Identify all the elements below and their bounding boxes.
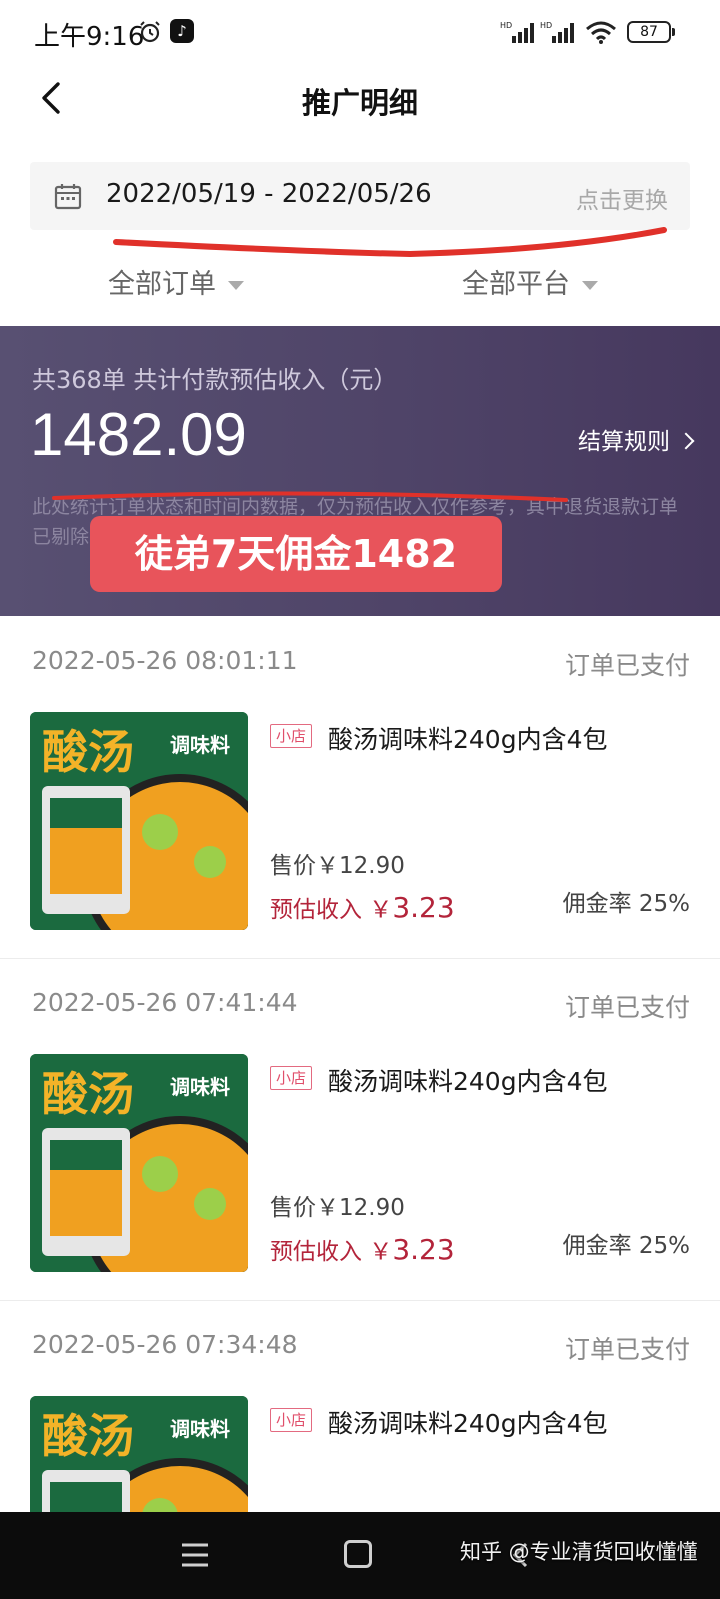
order-time: 2022-05-26 07:41:44 bbox=[32, 988, 298, 1017]
order-time: 2022-05-26 08:01:11 bbox=[32, 646, 298, 675]
overlay-banner: 徒弟7天佣金1482 bbox=[90, 516, 502, 592]
estimated-income-value: 3.23 bbox=[392, 891, 455, 924]
product-image-title: 酸汤 bbox=[42, 1067, 134, 1121]
svg-text:HD: HD bbox=[500, 21, 512, 30]
sale-price: 售价￥12.90 bbox=[270, 1195, 405, 1221]
order-card[interactable]: 2022-05-26 07:41:44 订单已支付 酸汤 调味料 小店 酸汤调味… bbox=[0, 958, 720, 1300]
dropdown-caret-icon bbox=[228, 281, 244, 290]
system-navigation-bar: 知乎 @专业清货回收懂懂 bbox=[0, 1512, 720, 1599]
wifi-icon bbox=[586, 21, 616, 44]
filter-platforms-label: 全部平台 bbox=[462, 269, 570, 300]
shop-tag: 小店 bbox=[270, 1066, 313, 1090]
tiktok-icon: ♪ bbox=[170, 19, 194, 43]
order-time: 2022-05-26 07:34:48 bbox=[32, 1330, 298, 1359]
product-image-title: 酸汤 bbox=[42, 1409, 134, 1463]
red-underline-annotation bbox=[113, 227, 667, 258]
income-summary-panel: 共368单 共计付款预估收入（元） 1482.09 结算规则 此处统计订单状态和… bbox=[0, 326, 720, 616]
shop-tag: 小店 bbox=[270, 724, 313, 748]
product-image-subtitle: 调味料 bbox=[170, 1075, 230, 1099]
alarm-icon bbox=[140, 21, 160, 43]
commission-rate: 佣金率 25% bbox=[562, 891, 690, 917]
estimated-income: 预估收入 ￥3.23 bbox=[270, 1232, 455, 1266]
divider bbox=[0, 958, 720, 959]
watermark: 知乎 @专业清货回收懂懂 bbox=[460, 1540, 698, 1564]
svg-text:HD: HD bbox=[540, 21, 552, 30]
estimated-income-value: 3.23 bbox=[392, 1233, 455, 1266]
shop-tag: 小店 bbox=[270, 1408, 313, 1432]
estimated-income-label: 预估收入 ￥ bbox=[270, 897, 393, 923]
page-title: 推广明细 bbox=[301, 86, 418, 120]
settlement-rules-label: 结算规则 bbox=[578, 429, 670, 455]
dropdown-caret-icon bbox=[582, 281, 598, 290]
date-range-selector[interactable]: 2022/05/19 - 2022/05/26 点击更换 bbox=[30, 162, 690, 230]
estimated-income-label: 预估收入 ￥ bbox=[270, 1239, 393, 1265]
signal-icon: HD bbox=[540, 21, 574, 43]
summary-caption: 共368单 共计付款预估收入（元） bbox=[32, 366, 398, 394]
status-time: 上午9:16 bbox=[34, 22, 145, 52]
menu-icon[interactable] bbox=[180, 1542, 210, 1568]
estimated-income: 预估收入 ￥3.23 bbox=[270, 890, 455, 924]
product-image: 酸汤 调味料 bbox=[30, 1054, 248, 1272]
product-name: 酸汤调味料240g内含4包 bbox=[328, 725, 608, 754]
page: { "status_bar": { "time": "上午9:16", "bat… bbox=[0, 0, 720, 1599]
commission-rate: 佣金率 25% bbox=[562, 1233, 690, 1259]
product-image-subtitle: 调味料 bbox=[170, 733, 230, 757]
calendar-icon bbox=[54, 184, 82, 210]
order-status: 订单已支付 bbox=[564, 651, 690, 680]
order-card[interactable]: 2022-05-26 08:01:11 订单已支付 酸汤 调味料 小店 酸汤调味… bbox=[0, 616, 720, 958]
date-range-value: 2022/05/19 - 2022/05/26 bbox=[106, 179, 432, 209]
filter-platforms[interactable]: 全部平台 bbox=[462, 262, 598, 301]
sale-price: 售价￥12.90 bbox=[270, 853, 405, 879]
status-bar: 上午9:16 ♪ HD HD 87 bbox=[0, 0, 720, 64]
divider bbox=[0, 1300, 720, 1301]
order-status: 订单已支付 bbox=[564, 993, 690, 1022]
product-name: 酸汤调味料240g内含4包 bbox=[328, 1409, 608, 1438]
battery-indicator: 87 bbox=[627, 21, 675, 43]
chevron-right-icon bbox=[677, 432, 695, 450]
filter-orders-label: 全部订单 bbox=[108, 269, 216, 300]
signal-icon: HD bbox=[500, 21, 534, 43]
home-icon[interactable] bbox=[344, 1540, 372, 1568]
change-date-link[interactable]: 点击更换 bbox=[576, 181, 668, 215]
product-image-subtitle: 调味料 bbox=[170, 1417, 230, 1441]
product-image-title: 酸汤 bbox=[42, 725, 134, 779]
order-status: 订单已支付 bbox=[564, 1335, 690, 1364]
summary-amount: 1482.09 bbox=[30, 401, 247, 468]
red-strike-annotation bbox=[52, 491, 568, 502]
filter-orders[interactable]: 全部订单 bbox=[108, 262, 244, 301]
product-image: 酸汤 调味料 bbox=[30, 712, 248, 930]
settlement-rules-link[interactable]: 结算规则 bbox=[578, 422, 695, 456]
product-name: 酸汤调味料240g内含4包 bbox=[328, 1067, 608, 1096]
